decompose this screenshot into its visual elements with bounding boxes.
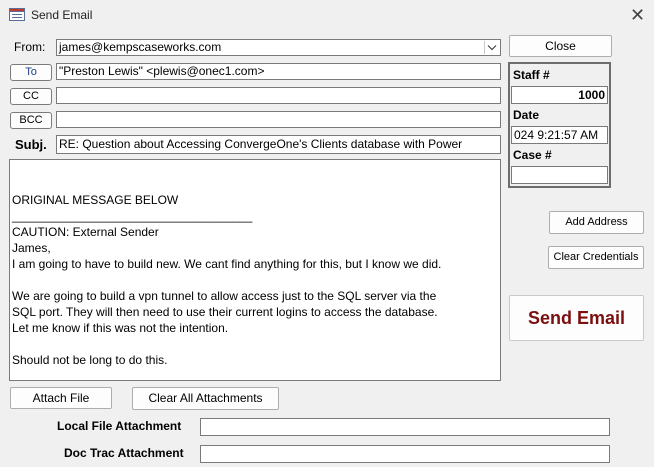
attach-file-button[interactable]: Attach File — [10, 387, 112, 409]
to-field[interactable]: "Preston Lewis" <plewis@onec1.com> — [56, 63, 501, 80]
message-line: ORIGINAL MESSAGE BELOW — [12, 193, 179, 207]
local-file-label: Local File Attachment — [57, 419, 182, 433]
close-button[interactable]: Close — [509, 35, 612, 57]
case-field[interactable] — [511, 166, 608, 184]
local-file-field[interactable] — [200, 418, 610, 436]
clear-credentials-button[interactable]: Clear Credentials — [548, 246, 644, 269]
title-bar — [0, 0, 654, 32]
add-address-button[interactable]: Add Address — [549, 211, 644, 234]
date-label: Date — [513, 108, 540, 122]
message-line — [12, 272, 498, 288]
message-line — [12, 160, 498, 176]
message-line: SQL port. They will then need to use the… — [12, 305, 438, 319]
message-body[interactable]: ORIGINAL MESSAGE BELOW __________________… — [9, 159, 501, 381]
cc-button[interactable]: CC — [10, 88, 52, 105]
message-line: Should not be long to do this. — [12, 353, 168, 367]
clear-all-attachments-button[interactable]: Clear All Attachments — [132, 387, 279, 410]
from-dropdown[interactable]: james@kempscaseworks.com — [56, 39, 501, 56]
staff-label: Staff # — [513, 68, 550, 82]
message-line: We are going to build a vpn tunnel to al… — [12, 289, 437, 303]
from-value: james@kempscaseworks.com — [59, 40, 222, 54]
message-line: James, — [12, 241, 51, 255]
to-button[interactable]: To — [10, 64, 52, 81]
cc-field[interactable] — [56, 87, 501, 104]
chevron-down-icon[interactable] — [484, 41, 499, 54]
doc-trac-field[interactable] — [200, 445, 610, 463]
message-line: I am going to have to build new. We cant… — [12, 257, 442, 271]
subject-label: Subj. — [15, 137, 47, 152]
subject-field[interactable]: RE: Question about Accessing ConvergeOne… — [56, 135, 501, 154]
message-line: CAUTION: External Sender — [12, 225, 159, 239]
message-line — [12, 336, 498, 352]
staff-field[interactable]: 1000 — [511, 86, 608, 104]
case-label: Case # — [513, 148, 552, 162]
send-email-button[interactable]: Send Email — [509, 295, 644, 341]
bcc-button[interactable]: BCC — [10, 112, 52, 129]
message-line — [12, 176, 498, 192]
date-field[interactable]: 024 9:21:57 AM — [511, 126, 608, 144]
window-title: Send Email — [31, 8, 93, 22]
form-icon — [9, 8, 25, 21]
doc-trac-label: Doc Trac Attachment — [64, 446, 184, 460]
bcc-field[interactable] — [56, 111, 501, 128]
close-icon[interactable]: ✕ — [630, 5, 645, 25]
message-line: Let me know if this was not the intentio… — [12, 321, 229, 335]
message-line: ____________________________________ — [12, 209, 253, 223]
from-label: From: — [14, 40, 46, 54]
